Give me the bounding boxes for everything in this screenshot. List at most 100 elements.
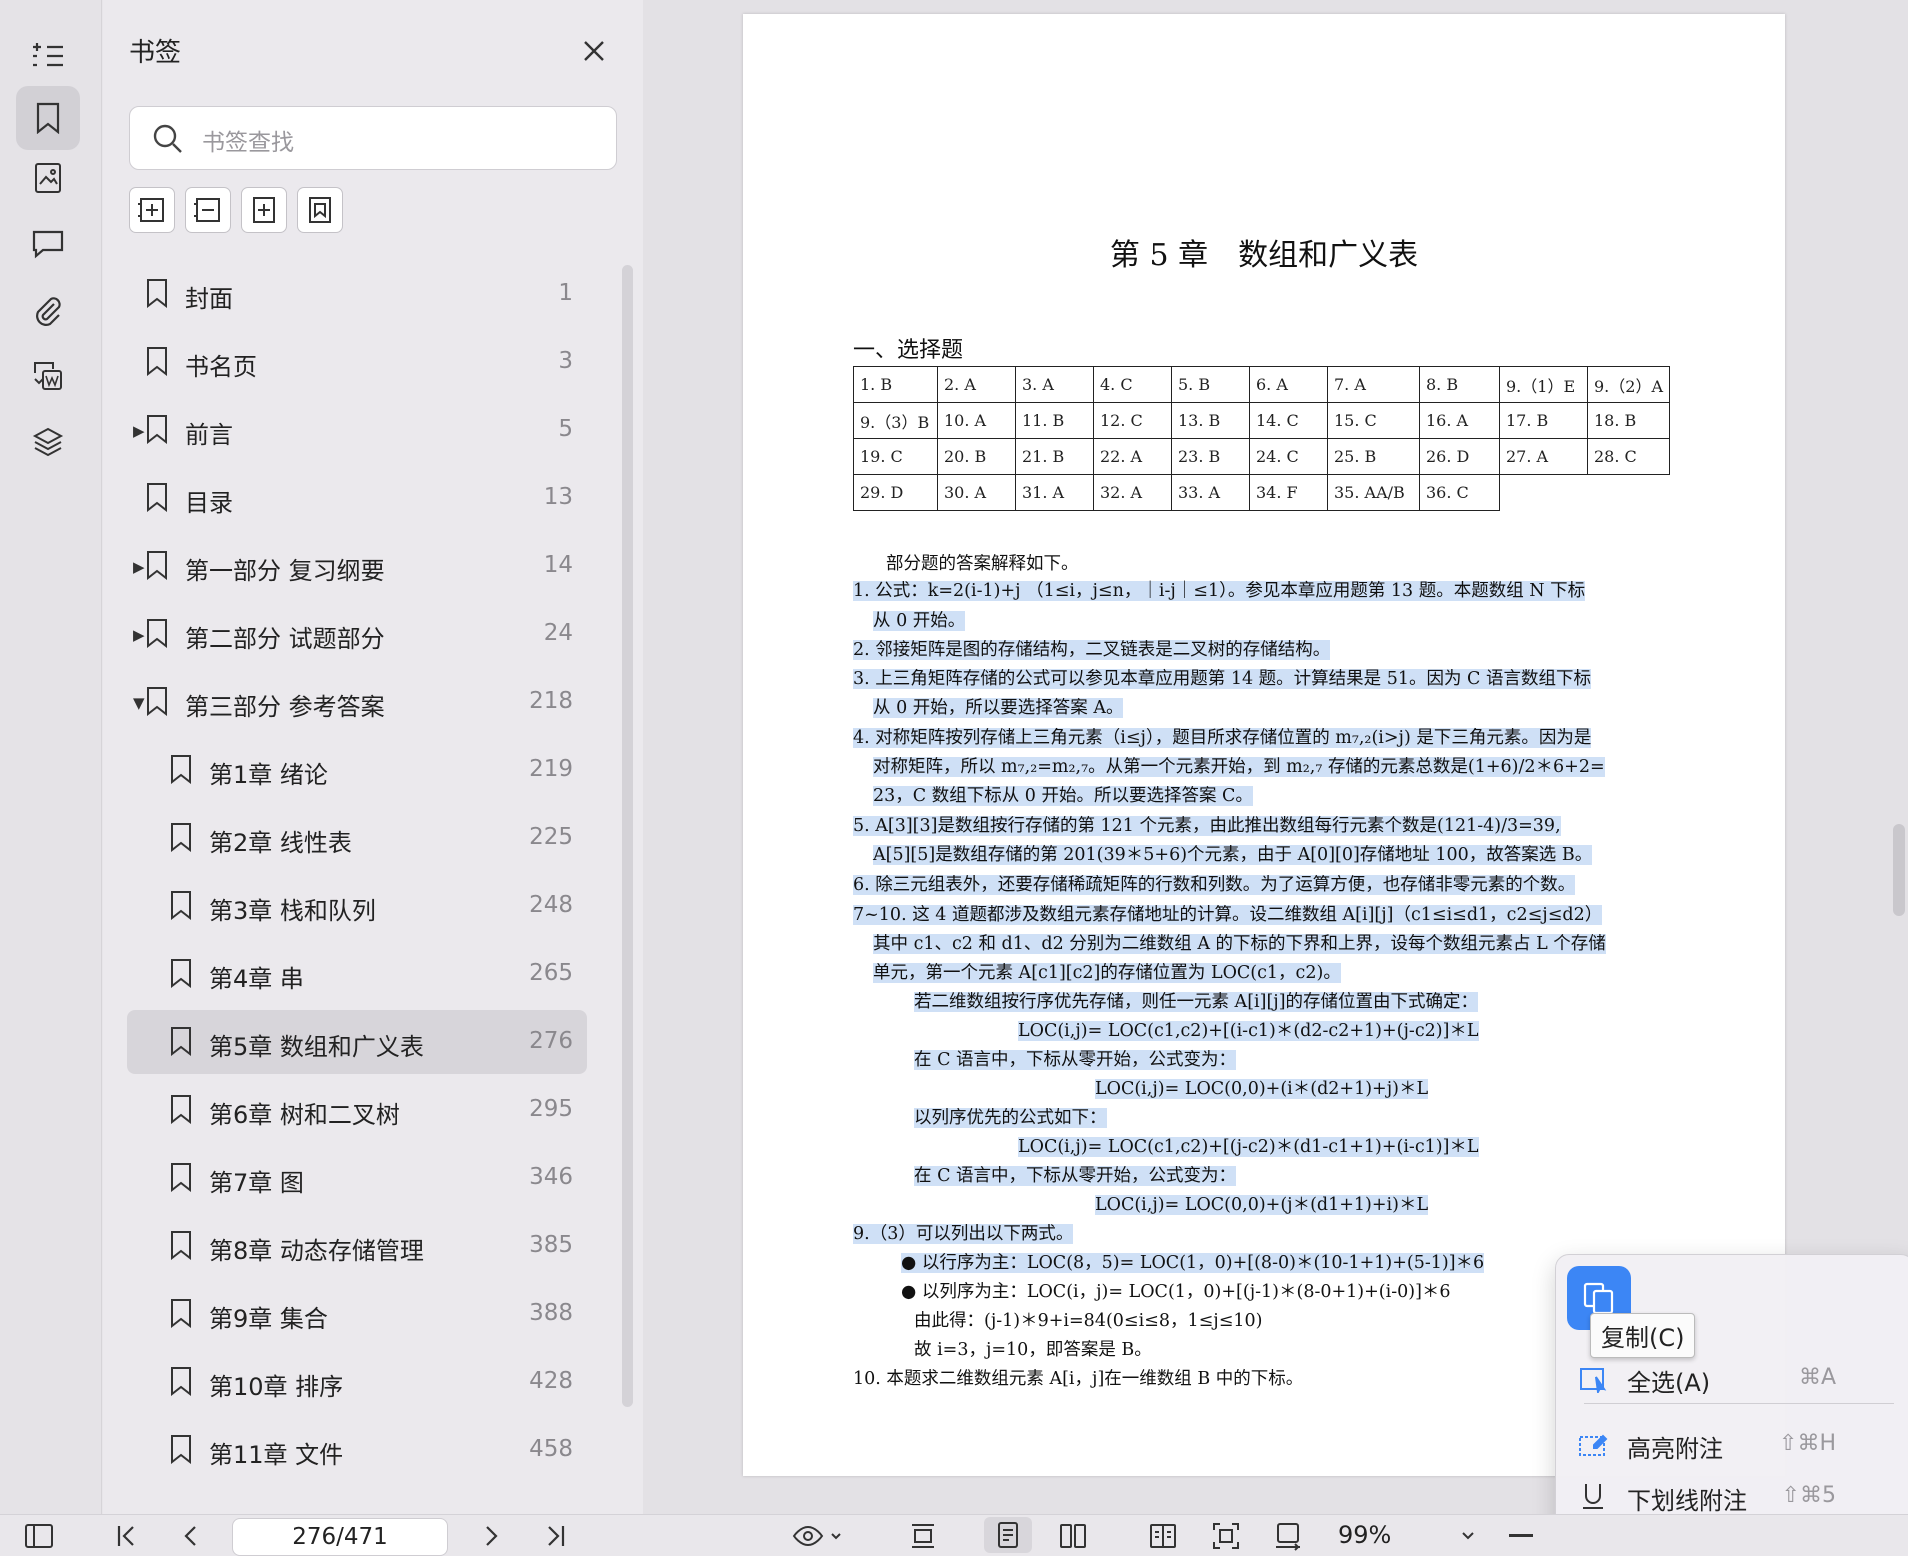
bookmark-tool-icon[interactable] — [16, 86, 80, 150]
expand-arrow-icon[interactable]: ▶ — [133, 558, 145, 576]
outline-tool-icon[interactable] — [16, 24, 80, 88]
text-line[interactable]: LOC(i,j)= LOC(c1,c2)+[(j-c2)＊(d1-c1+1)+(… — [1018, 1135, 1479, 1159]
text-line[interactable]: ● 以行序为主：LOC(8，5)= LOC(1，0)+[(8-0)＊(10-1+… — [901, 1251, 1485, 1275]
answer-cell: 9.（3）B — [853, 402, 938, 439]
zoom-level[interactable]: 99% — [1338, 1521, 1391, 1549]
text-line[interactable]: LOC(i,j)= LOC(c1,c2)+[(i-c1)＊(d2-c2+1)+(… — [1018, 1019, 1479, 1043]
expanded-arrow-icon[interactable]: ▼ — [133, 694, 145, 712]
two-page-view-icon[interactable] — [1058, 1521, 1088, 1551]
text-line[interactable]: 其中 c1、c2 和 d1、d2 分别为二维数组 A 的下标的下界和上界，设每个… — [873, 932, 1606, 956]
selected-text: 2. 邻接矩阵是图的存储结构，二叉链表是二叉树的存储结构。 — [853, 640, 1331, 660]
text-line[interactable]: ● 以列序为主：LOC(i，j)= LOC(1，0)+[(j-1)＊(8-0+1… — [901, 1280, 1451, 1304]
rotate-page-icon[interactable] — [1272, 1521, 1304, 1551]
text-line[interactable]: 从 0 开始，所以要选择答案 A。 — [873, 696, 1124, 720]
zoom-dropdown-icon[interactable] — [1458, 1521, 1478, 1551]
bookmark-item[interactable]: ▶ 第二部分 试题部分 24 — [127, 602, 587, 666]
single-page-view-icon[interactable] — [984, 1517, 1032, 1553]
convert-word-tool-icon[interactable] — [16, 344, 80, 408]
first-page-icon[interactable] — [112, 1521, 142, 1551]
expand-arrow-icon[interactable]: ▶ — [133, 626, 145, 644]
bookmark-item[interactable]: ▶ 第一部分 复习纲要 14 — [127, 534, 587, 598]
sidebar-scrollbar[interactable] — [622, 265, 633, 1407]
close-icon[interactable] — [577, 34, 611, 68]
bookmark-item[interactable]: ▼ 第三部分 参考答案 218 — [127, 670, 587, 734]
collapse-bookmark-icon[interactable] — [185, 187, 231, 233]
bookmark-item[interactable]: 第2章 线性表 225 — [127, 806, 587, 870]
book-view-icon[interactable] — [1148, 1521, 1178, 1551]
add-child-bookmark-icon[interactable] — [241, 187, 287, 233]
select-all-item[interactable]: 全选(A) ⌘A — [1556, 1353, 1908, 1403]
text-line[interactable]: 在 C 语言中，下标从零开始，公式变为： — [914, 1048, 1237, 1072]
text-line[interactable]: 4. 对称矩阵按列存储上三角元素（i≤j），题目所求存储位置的 m₇,₂(i>j… — [853, 726, 1592, 750]
text-line[interactable]: 3. 上三角矩阵存储的公式可以参见本章应用题第 14 题。计算结果是 51。因为… — [853, 667, 1591, 691]
text-line[interactable]: 单元，第一个元素 A[c1][c2]的存储位置为 LOC(c1，c2)。 — [873, 961, 1341, 985]
bookmark-item[interactable]: ▶ 前言 5 — [127, 398, 587, 462]
bookmark-item[interactable]: 书名页 3 — [127, 330, 587, 394]
text-line[interactable]: LOC(i,j)= LOC(0,0)+(i＊(d2+1)+j)＊L — [1095, 1077, 1429, 1101]
bookmark-icon — [169, 1162, 193, 1196]
text-line[interactable]: 23，C 数组下标从 0 开始。所以要选择答案 C。 — [873, 784, 1253, 808]
bookmark-page-icon[interactable] — [297, 187, 343, 233]
zoom-out-icon[interactable] — [1508, 1521, 1534, 1551]
previous-page-icon[interactable] — [176, 1521, 206, 1551]
text-line[interactable]: 在 C 语言中，下标从零开始，公式变为： — [914, 1164, 1237, 1188]
answer-cell: 21. B — [1015, 438, 1094, 475]
text-line[interactable]: 7~10. 这 4 道题都涉及数组元素存储地址的计算。设二维数组 A[i][j]… — [853, 903, 1603, 927]
layers-tool-icon[interactable] — [16, 410, 80, 474]
menu-item-shortcut: ⇧⌘5 — [1781, 1483, 1836, 1508]
bookmark-item[interactable]: 第6章 树和二叉树 295 — [127, 1078, 587, 1142]
bookmark-item[interactable]: 封面 1 — [127, 262, 587, 326]
answer-cell: 17. B — [1499, 402, 1588, 439]
selected-text: LOC(i,j)= LOC(0,0)+(j＊(d1+1)+i)＊L — [1095, 1195, 1429, 1215]
text-line[interactable]: 10. 本题求二维数组元素 A[i，j]在一维数组 B 中的下标。 — [853, 1367, 1303, 1391]
bookmark-item[interactable]: 第10章 排序 428 — [127, 1350, 587, 1414]
view-mode-eye-icon[interactable] — [790, 1521, 846, 1551]
text-line[interactable]: 从 0 开始。 — [873, 609, 966, 633]
text-line[interactable]: 以列序优先的公式如下： — [914, 1106, 1107, 1130]
sidebar-toggle-icon[interactable] — [22, 1521, 56, 1551]
bookmark-item[interactable]: 第9章 集合 388 — [127, 1282, 587, 1346]
text-line[interactable]: 对称矩阵，所以 m₇,₂=m₂,₇。从第一个元素开始，到 m₂,₇ 存储的元素总… — [873, 755, 1605, 779]
bookmark-item[interactable]: 第5章 数组和广义表 276 — [127, 1010, 587, 1074]
add-bookmark-icon[interactable] — [129, 187, 175, 233]
text-line[interactable]: 5. A[3][3]是数组按行存储的第 121 个元素，由此推出数组每行元素个数… — [853, 814, 1561, 838]
bookmark-item[interactable]: 第3章 栈和队列 248 — [127, 874, 587, 938]
bookmark-icon — [169, 754, 193, 788]
attachment-tool-icon[interactable] — [16, 278, 80, 342]
bookmark-item[interactable]: 第1章 绪论 219 — [127, 738, 587, 802]
selected-text: 1. 公式：k=2(i-1)+j （1≤i，j≤n，｜i-j｜≤1）。参见本章应… — [853, 581, 1586, 601]
bookmark-item[interactable]: 第8章 动态存储管理 385 — [127, 1214, 587, 1278]
text-line[interactable]: 故 i=3，j=10，即答案是 B。 — [914, 1338, 1152, 1362]
text-line[interactable]: 部分题的答案解释如下。 — [886, 552, 1079, 576]
text-line[interactable]: 6. 除三元组表外，还要存储稀疏矩阵的行数和列数。为了运算方便，也存储非零元素的… — [853, 873, 1576, 897]
selected-text: 23，C 数组下标从 0 开始。所以要选择答案 C。 — [873, 786, 1253, 806]
text-line[interactable]: 1. 公式：k=2(i-1)+j （1≤i，j≤n，｜i-j｜≤1）。参见本章应… — [853, 579, 1586, 603]
text-line[interactable]: 9.（3）可以列出以下两式。 — [853, 1222, 1074, 1246]
selected-text: 以列序优先的公式如下： — [914, 1108, 1107, 1128]
bookmark-item[interactable]: 第4章 串 265 — [127, 942, 587, 1006]
answer-table: 1. B 2. A 3. A 4. C 5. B 6. A 7. A 8. B 9.（1）E 9.… — [853, 366, 1671, 511]
thumbnail-tool-icon[interactable] — [16, 146, 80, 210]
answer-cell: 30. A — [937, 474, 1016, 511]
text-line[interactable]: 由此得：(j-1)＊9+i=84(0≤i≤8，1≤j≤10) — [914, 1309, 1262, 1333]
highlight-annotation-item[interactable]: 高亮附注 ⇧⌘H — [1556, 1419, 1908, 1469]
next-page-icon[interactable] — [476, 1521, 506, 1551]
bookmark-page-number: 13 — [543, 484, 573, 510]
bookmark-item[interactable]: 目录 13 — [127, 466, 587, 530]
text-line[interactable]: A[5][5]是数组存储的第 201(39＊5+6)个元素，由于 A[0][0]… — [873, 843, 1593, 867]
last-page-icon[interactable] — [540, 1521, 570, 1551]
continuous-scroll-icon[interactable] — [908, 1521, 938, 1551]
page-number-input[interactable]: 276/471 — [232, 1518, 448, 1556]
text-line[interactable]: LOC(i,j)= LOC(0,0)+(j＊(d1+1)+i)＊L — [1095, 1193, 1429, 1217]
bookmark-item[interactable]: 第7章 图 346 — [127, 1146, 587, 1210]
expand-arrow-icon[interactable]: ▶ — [133, 422, 145, 440]
text-line[interactable]: 若二维数组按行序优先存储，则任一元素 A[i][j]的存储位置由下式确定： — [914, 990, 1479, 1014]
bookmark-item[interactable]: 第11章 文件 458 — [127, 1418, 587, 1482]
bookmark-page-number: 388 — [529, 1300, 573, 1326]
document-scrollbar[interactable] — [1893, 824, 1905, 916]
fit-page-icon[interactable] — [1210, 1521, 1242, 1551]
comment-tool-icon[interactable] — [16, 212, 80, 276]
text-line[interactable]: 2. 邻接矩阵是图的存储结构，二叉链表是二叉树的存储结构。 — [853, 638, 1331, 662]
bookmark-page-number: 428 — [529, 1368, 573, 1394]
bookmark-search-input[interactable]: 书签查找 — [129, 106, 617, 170]
